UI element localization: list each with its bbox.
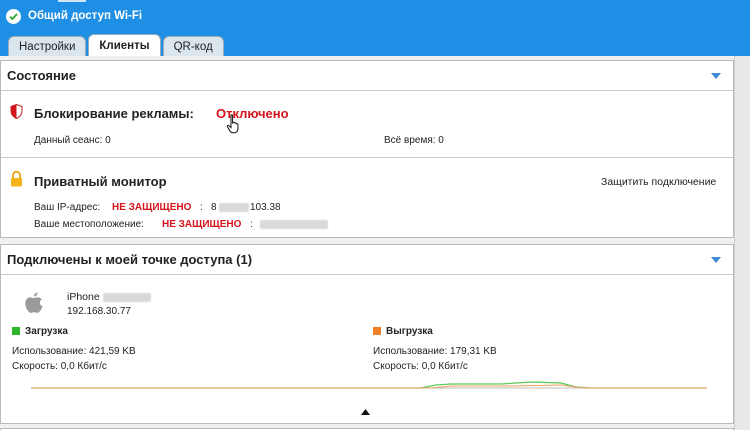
- shield-icon: [10, 104, 23, 119]
- vertical-scrollbar[interactable]: [734, 56, 750, 430]
- upload-usage: Использование: 179,31 KB: [373, 346, 497, 357]
- location-redacted: [260, 220, 328, 229]
- header-underline-fragment: [58, 0, 86, 2]
- tab-qr-code[interactable]: QR-код: [162, 36, 224, 56]
- adblock-title: Блокирование рекламы:: [34, 106, 194, 121]
- expand-caret-icon[interactable]: [361, 409, 370, 415]
- ip-unprotected-badge: НЕ ЗАЩИЩЕНО: [112, 202, 192, 213]
- ip-redacted: [219, 203, 249, 212]
- private-monitor-title: Приватный монитор: [34, 174, 167, 189]
- download-series-line: [31, 381, 707, 389]
- ip-separator: :: [200, 202, 203, 213]
- protect-connection-link[interactable]: Защитить подключение: [601, 176, 716, 188]
- private-monitor-section: Приватный монитор Защитить подключение В…: [1, 158, 733, 238]
- device-name: iPhone: [67, 291, 100, 303]
- download-speed: Скорость: 0,0 Кбит/с: [12, 361, 107, 372]
- tab-clients[interactable]: Клиенты: [88, 34, 161, 56]
- clients-panel-title: Подключены к моей точке доступа (1): [7, 252, 253, 267]
- check-circle-icon: [6, 8, 21, 24]
- upload-series-line: [31, 384, 707, 389]
- clients-panel-header[interactable]: Подключены к моей точке доступа (1): [1, 245, 733, 275]
- main-content: Состояние Блокирование рекламы: Отключен…: [0, 56, 734, 430]
- app-header: Общий доступ Wi-Fi Настройки Клиенты QR-…: [0, 0, 750, 56]
- ip-prefix: 8: [211, 202, 217, 213]
- collapse-arrow-icon[interactable]: [711, 73, 721, 79]
- tab-settings[interactable]: Настройки: [8, 36, 87, 56]
- download-usage: Использование: 421,59 KB: [12, 346, 136, 357]
- location-label: Ваше местоположение:: [34, 219, 144, 230]
- status-panel-title: Состояние: [7, 68, 77, 83]
- session-count: Данный сеанс: 0: [34, 135, 111, 146]
- download-label: Загрузка: [25, 326, 68, 337]
- ip-suffix: 103.38: [250, 202, 281, 213]
- device-ip: 192.168.30.77: [67, 306, 131, 317]
- lock-icon: [11, 171, 22, 187]
- upload-legend: Выгрузка: [373, 326, 433, 337]
- clients-panel: Подключены к моей точке доступа (1) iPho…: [0, 244, 734, 424]
- upload-color-swatch: [373, 327, 381, 336]
- adblock-section: Блокирование рекламы: Отключено Данный с…: [1, 92, 733, 156]
- location-separator: :: [250, 219, 253, 230]
- status-text: Общий доступ Wi-Fi: [28, 10, 143, 22]
- traffic-graph: [31, 381, 707, 389]
- download-legend: Загрузка: [12, 326, 68, 337]
- ip-label: Ваш IP-адрес:: [34, 202, 101, 213]
- hand-pointer-icon: [226, 114, 239, 134]
- status-panel-header[interactable]: Состояние: [1, 61, 733, 91]
- tab-bar: Настройки Клиенты QR-код: [8, 34, 224, 56]
- upload-speed: Скорость: 0,0 Кбит/с: [373, 361, 468, 372]
- location-unprotected-badge: НЕ ЗАЩИЩЕНО: [162, 219, 242, 230]
- download-color-swatch: [12, 327, 20, 336]
- apple-icon: [25, 292, 43, 313]
- wifi-sharing-status: Общий доступ Wi-Fi: [6, 8, 142, 24]
- device-name-redacted: [103, 293, 151, 302]
- status-panel: Состояние Блокирование рекламы: Отключен…: [0, 60, 734, 238]
- collapse-arrow-icon[interactable]: [711, 257, 721, 263]
- upload-label: Выгрузка: [386, 326, 433, 337]
- total-count: Всё время: 0: [384, 135, 444, 146]
